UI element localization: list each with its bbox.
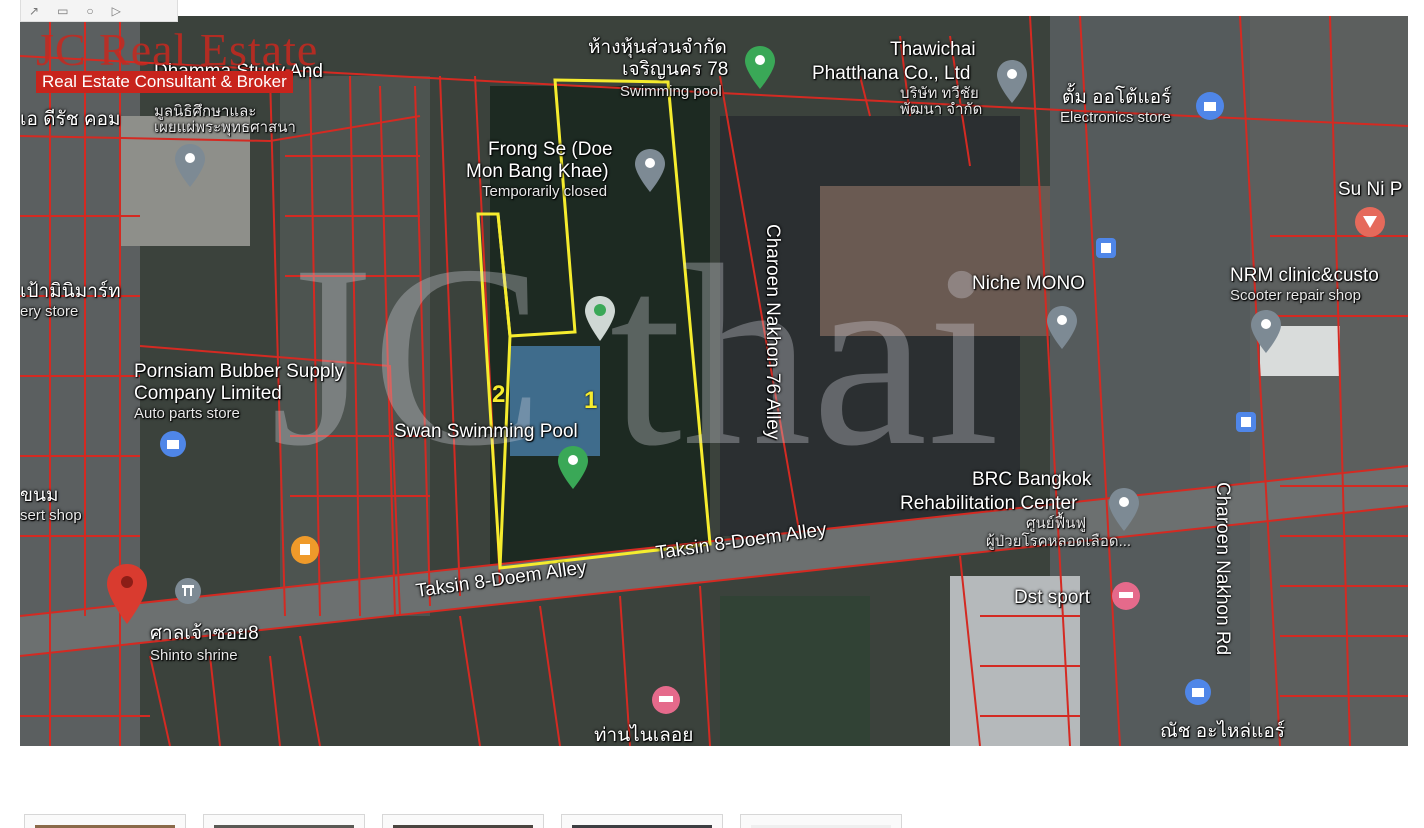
thumbnail-4[interactable] [561, 814, 723, 828]
place-shrine-thai[interactable]: ศาลเจ้าซอย8 [150, 624, 259, 644]
brand-title: JC Real Estate [36, 24, 319, 75]
thumbnail-1[interactable] [24, 814, 186, 828]
pin-pink-su-ni[interactable] [1355, 207, 1385, 237]
place-dhamma-thai-2: เผยแผ่พระพุทธศาสนา [154, 119, 296, 136]
place-brc-thai: ศูนย์ฟื้นฟู [1026, 515, 1087, 532]
map-toolbar: ↗ ▭ ○ ▷ [20, 0, 178, 22]
place-frong-se[interactable]: Frong Se (Doe [488, 140, 613, 160]
pin-gray-shrine[interactable] [175, 578, 201, 604]
pin-orange-food[interactable] [291, 536, 319, 564]
place-dee-rich[interactable]: เอ ดีรัช คอม [20, 110, 121, 130]
place-thawichai[interactable]: Thawichai [890, 40, 976, 60]
place-scooter-shop: Scooter repair shop [1230, 287, 1361, 304]
play-icon[interactable]: ▷ [112, 4, 121, 18]
place-dessert-shop: sert shop [20, 507, 82, 524]
place-electronics-thai[interactable]: ตั้ม ออโต้แอร์ [1062, 88, 1171, 108]
place-bottom-right-thai[interactable]: ณัช อะไหล่แอร์ [1160, 722, 1285, 742]
place-niche-mono[interactable]: Niche MONO [972, 274, 1085, 294]
place-shinto-shrine: Shinto shrine [150, 647, 238, 664]
place-dst-sport[interactable]: Dst sport [1014, 588, 1090, 608]
place-brc-thai-2: ผู้ป่วยโรคหลอดเลือด... [986, 533, 1132, 550]
place-phatthana-thai-2: พัฒนา จำกัด [900, 101, 983, 118]
place-frong-se-2: Mon Bang Khae) [466, 161, 609, 182]
brand-logo: JC Real Estate Real Estate Consultant & … [36, 26, 318, 93]
place-pornsiam[interactable]: Pornsiam Bubber Supply [134, 362, 344, 382]
area-trees-bottom [720, 596, 870, 746]
place-hang-thai-2: เจริญนคร 78 [622, 59, 729, 80]
place-mini-mart-thai[interactable]: เป้ามินิมาร์ท [20, 282, 121, 302]
thumbnail-2[interactable] [203, 814, 365, 828]
place-pornsiam-2: Company Limited [134, 383, 282, 404]
place-nrm-clinic[interactable]: NRM clinic&custo [1230, 266, 1379, 286]
road-charoen-nakhon-rd[interactable]: Charoen Nakhon Rd [1212, 482, 1233, 655]
bus-stop-icon[interactable] [1236, 412, 1256, 432]
pin-blue-bottom-right[interactable] [1185, 679, 1211, 705]
pin-blue-pornsiam[interactable] [160, 431, 186, 457]
area-construction [820, 186, 1050, 336]
place-brc-2: Rehabilitation Center [900, 493, 1078, 514]
thumbnail-strip [24, 814, 902, 828]
place-brc[interactable]: BRC Bangkok [972, 470, 1091, 490]
brand-tagline: Real Estate Consultant & Broker [36, 71, 293, 93]
plot-1-label: 1 [584, 387, 598, 414]
place-electronics: Electronics store [1060, 109, 1171, 126]
listing-viewer: ↗ ▭ ○ ▷ JC thai JC Real Estate Real Esta… [0, 0, 1424, 828]
thumbnail-3[interactable] [382, 814, 544, 828]
pointer-icon[interactable]: ↗ [29, 4, 39, 18]
place-frong-se-status: Temporarily closed [482, 183, 608, 200]
place-hang-thai[interactable]: ห้างหุ้นส่วนจำกัด [588, 38, 727, 58]
place-phatthana-thai: บริษัท ทวีชัย [900, 85, 979, 102]
place-su-ni[interactable]: Su Ni P [1338, 180, 1402, 200]
rectangle-icon[interactable]: ▭ [57, 4, 68, 18]
place-mini-mart: ery store [20, 303, 79, 320]
place-pornsiam-type: Auto parts store [134, 405, 240, 422]
pin-blue-electronics[interactable] [1196, 92, 1224, 120]
thumbnail-5[interactable] [740, 814, 902, 828]
place-swan-pool[interactable]: Swan Swimming Pool [394, 422, 578, 442]
place-bottom-thai[interactable]: ท่านไนเลอย [594, 726, 693, 746]
plot-2-label: 2 [492, 381, 506, 408]
bus-stop-icon[interactable] [1096, 238, 1116, 258]
place-swimming-pool-top: Swimming pool [620, 83, 722, 100]
pin-pink-dst[interactable] [1112, 582, 1140, 610]
map-image[interactable]: JC thai JC Real Estate Real Estate Consu… [20, 16, 1408, 746]
place-phatthana: Phatthana Co., Ltd [812, 63, 971, 84]
place-dessert-thai[interactable]: ขนม [20, 486, 59, 506]
pin-pink-bottom[interactable] [652, 686, 680, 714]
place-dhamma-thai: มูลนิธิศึกษาและ [154, 103, 257, 120]
circle-icon[interactable]: ○ [86, 4, 93, 18]
road-charoen-nakhon-76[interactable]: Charoen Nakhon 76 Alley [762, 224, 783, 439]
